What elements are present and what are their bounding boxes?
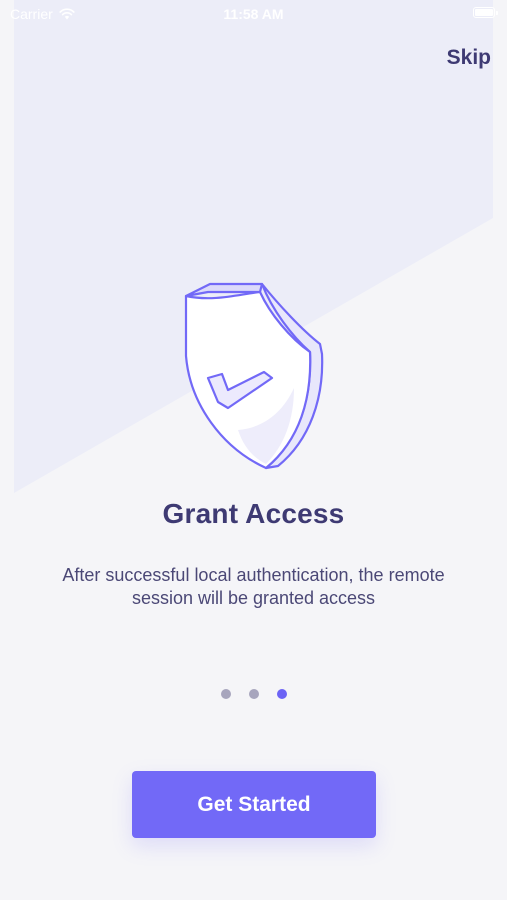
battery-icon [473,7,498,18]
page-dot-1[interactable] [220,689,231,699]
page-indicator [0,689,507,699]
skip-button[interactable]: Skip [447,46,491,70]
battery-fill [475,9,493,16]
onboarding-title: Grant Access [162,498,345,529]
page-dot-2[interactable] [248,689,259,699]
onboarding-description: After successful local authentication, t… [62,565,445,608]
status-time: 11:58 AM [223,6,284,22]
shield-check-icon [184,282,324,470]
onboarding-screen: Carrier 11:58 AM Skip Grant Access After… [0,0,507,900]
get-started-button[interactable]: Get Started [132,771,376,838]
status-bar: Carrier 11:58 AM [0,0,507,28]
page-dot-3[interactable] [276,689,287,699]
